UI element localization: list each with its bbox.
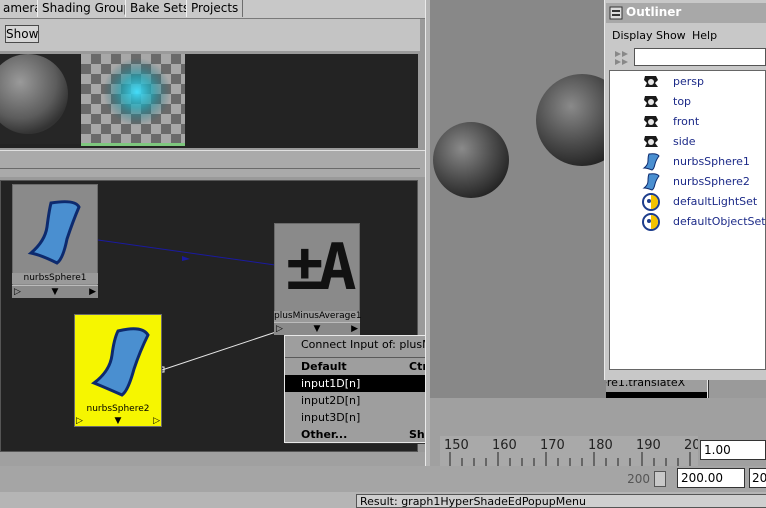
- texture-swatch[interactable]: [81, 54, 185, 144]
- outliner-item-label: side: [673, 135, 696, 148]
- camera-icon: [644, 96, 658, 107]
- result-field: Result: graph1HyperShadeEdPopupMenu: [356, 494, 766, 508]
- hypershade-tab-bar: ameras Shading Groups Bake Sets Projects: [0, 0, 425, 19]
- nurbs-surface-icon: [642, 153, 660, 171]
- set-icon: [642, 193, 660, 211]
- tab-projects[interactable]: Projects: [186, 0, 244, 17]
- outliner-item-label: persp: [673, 75, 704, 88]
- node-label: nurbsSphere2: [86, 404, 150, 414]
- sphere-object-icon[interactable]: [536, 74, 628, 166]
- set-icon: [642, 213, 660, 231]
- range-end-label: 200: [627, 472, 650, 486]
- playback-end-field[interactable]: 200: [749, 468, 766, 488]
- menu-item-label: Default: [301, 360, 347, 373]
- pane-splitter[interactable]: [0, 150, 425, 177]
- menu-display[interactable]: Display: [612, 29, 653, 42]
- camera-icon: [644, 136, 658, 147]
- work-area-scrollbar[interactable]: [0, 452, 425, 466]
- node-label: plusMinusAverage1: [274, 311, 362, 322]
- outliner-window-icon: [609, 6, 623, 20]
- nurbs-surface-icon: [642, 173, 660, 191]
- node-ports: ▷ ▼ ▷: [74, 415, 162, 427]
- outliner-item-label: nurbsSphere2: [673, 175, 750, 188]
- time-tick-label: 160: [492, 438, 517, 453]
- nurbs-surface-icon: [27, 200, 81, 265]
- connection-arrow-icon: [182, 256, 190, 261]
- outliner-item-label: nurbsSphere1: [673, 155, 750, 168]
- drag-connection-line: [161, 329, 283, 371]
- glow-swatch-icon: [103, 58, 171, 126]
- sphere-swatch-icon: [0, 54, 68, 134]
- outliner-item-label: front: [673, 115, 700, 128]
- sphere-object-icon[interactable]: [433, 122, 509, 198]
- outliner-filter-field[interactable]: [634, 48, 766, 66]
- outliner-item-label: defaultObjectSet: [673, 215, 766, 228]
- material-swatch[interactable]: [0, 54, 80, 144]
- connection-line: [97, 239, 276, 266]
- outliner-title: Outliner: [626, 5, 682, 19]
- attribute-port-icon[interactable]: ▼: [12, 286, 98, 298]
- show-button[interactable]: Show: [5, 25, 39, 43]
- swatch-selection-line: [81, 143, 185, 146]
- plus-minus-average-icon: ±A: [285, 231, 356, 305]
- menu-item-label: input3D[n]: [301, 411, 361, 424]
- animation-end-field[interactable]: 200.00: [677, 468, 745, 488]
- range-slider: [0, 466, 766, 492]
- range-slider-handle[interactable]: [654, 471, 666, 487]
- camera-icon: [644, 76, 658, 87]
- menu-show[interactable]: Show: [656, 29, 686, 42]
- time-tick-label: 170: [540, 438, 565, 453]
- divider: [0, 168, 420, 169]
- filter-arrows-icon[interactable]: [612, 47, 632, 67]
- time-tick-label: 20: [684, 438, 698, 453]
- time-tick-label: 180: [588, 438, 613, 453]
- 3d-viewport[interactable]: [430, 0, 628, 398]
- outliner-item-label: top: [673, 95, 692, 108]
- menu-item-label: input2D[n]: [301, 394, 361, 407]
- attribute-port-icon[interactable]: ▼: [74, 415, 162, 427]
- node-ports: ▷ ▼ ▶: [274, 322, 360, 335]
- node-label: nurbsSphere1: [12, 273, 98, 284]
- node-ports: ▷ ▼ ▶: [12, 285, 98, 298]
- output-port-icon[interactable]: ▶: [351, 323, 358, 335]
- menu-item-label: input1D[n]: [301, 377, 361, 390]
- tab-toolbar: [0, 19, 420, 51]
- time-slider-ticks: [449, 452, 691, 466]
- output-port-icon[interactable]: ▷: [153, 415, 160, 427]
- time-tick-label: 190: [636, 438, 661, 453]
- nurbs-surface-icon: [90, 327, 150, 397]
- tab-bake-sets[interactable]: Bake Sets: [125, 0, 195, 17]
- attribute-port-icon[interactable]: ▼: [274, 323, 360, 335]
- time-tick-label: 150: [444, 438, 469, 453]
- output-port-icon[interactable]: ▶: [89, 286, 96, 298]
- outliner-item-label: defaultLightSet: [673, 195, 758, 208]
- current-time-field[interactable]: 1.00: [700, 440, 766, 460]
- camera-icon: [644, 116, 658, 127]
- viewport-scene: [433, 74, 628, 198]
- menu-help[interactable]: Help: [692, 29, 717, 42]
- menu-item-label: Other...: [301, 428, 348, 441]
